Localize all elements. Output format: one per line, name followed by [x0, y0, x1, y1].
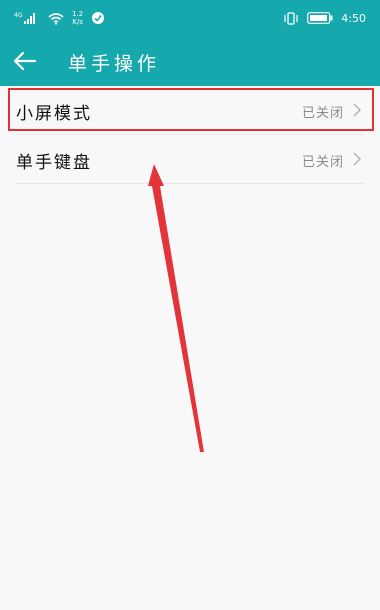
chevron-right-icon — [353, 103, 362, 117]
setting-label: 单手键盘 — [16, 153, 92, 173]
signal-label: 4G — [14, 12, 23, 19]
battery-icon — [307, 12, 333, 24]
app-notification-icon — [91, 11, 105, 25]
setting-small-screen-mode[interactable]: 小屏模式 已关闭 — [16, 86, 364, 135]
clock: 4:50 — [341, 11, 366, 25]
page-title: 单手操作 — [68, 53, 161, 75]
arrow-left-icon — [13, 51, 37, 71]
status-left-group: 4G 1.2 K/s — [14, 9, 105, 27]
settings-list: 小屏模式 已关闭 单手键盘 已关闭 — [0, 86, 380, 184]
signal-icon: 4G — [14, 11, 40, 25]
app-bar: 单手操作 — [0, 36, 380, 86]
wifi-icon — [48, 12, 64, 25]
setting-one-hand-keyboard[interactable]: 单手键盘 已关闭 — [16, 135, 364, 184]
setting-status: 已关闭 — [301, 155, 344, 170]
setting-status: 已关闭 — [301, 106, 344, 121]
net-speed-unit: K/s — [72, 18, 83, 26]
back-button[interactable] — [10, 46, 40, 76]
vibrate-icon — [283, 11, 299, 25]
setting-label: 小屏模式 — [16, 104, 92, 124]
status-right-group: 4:50 — [283, 9, 366, 27]
net-speed-value: 1.2 — [72, 10, 84, 18]
net-speed: 1.2 K/s — [72, 10, 83, 26]
status-bar: 4G 1.2 K/s 4:50 — [0, 0, 380, 36]
chevron-right-icon — [353, 152, 362, 166]
